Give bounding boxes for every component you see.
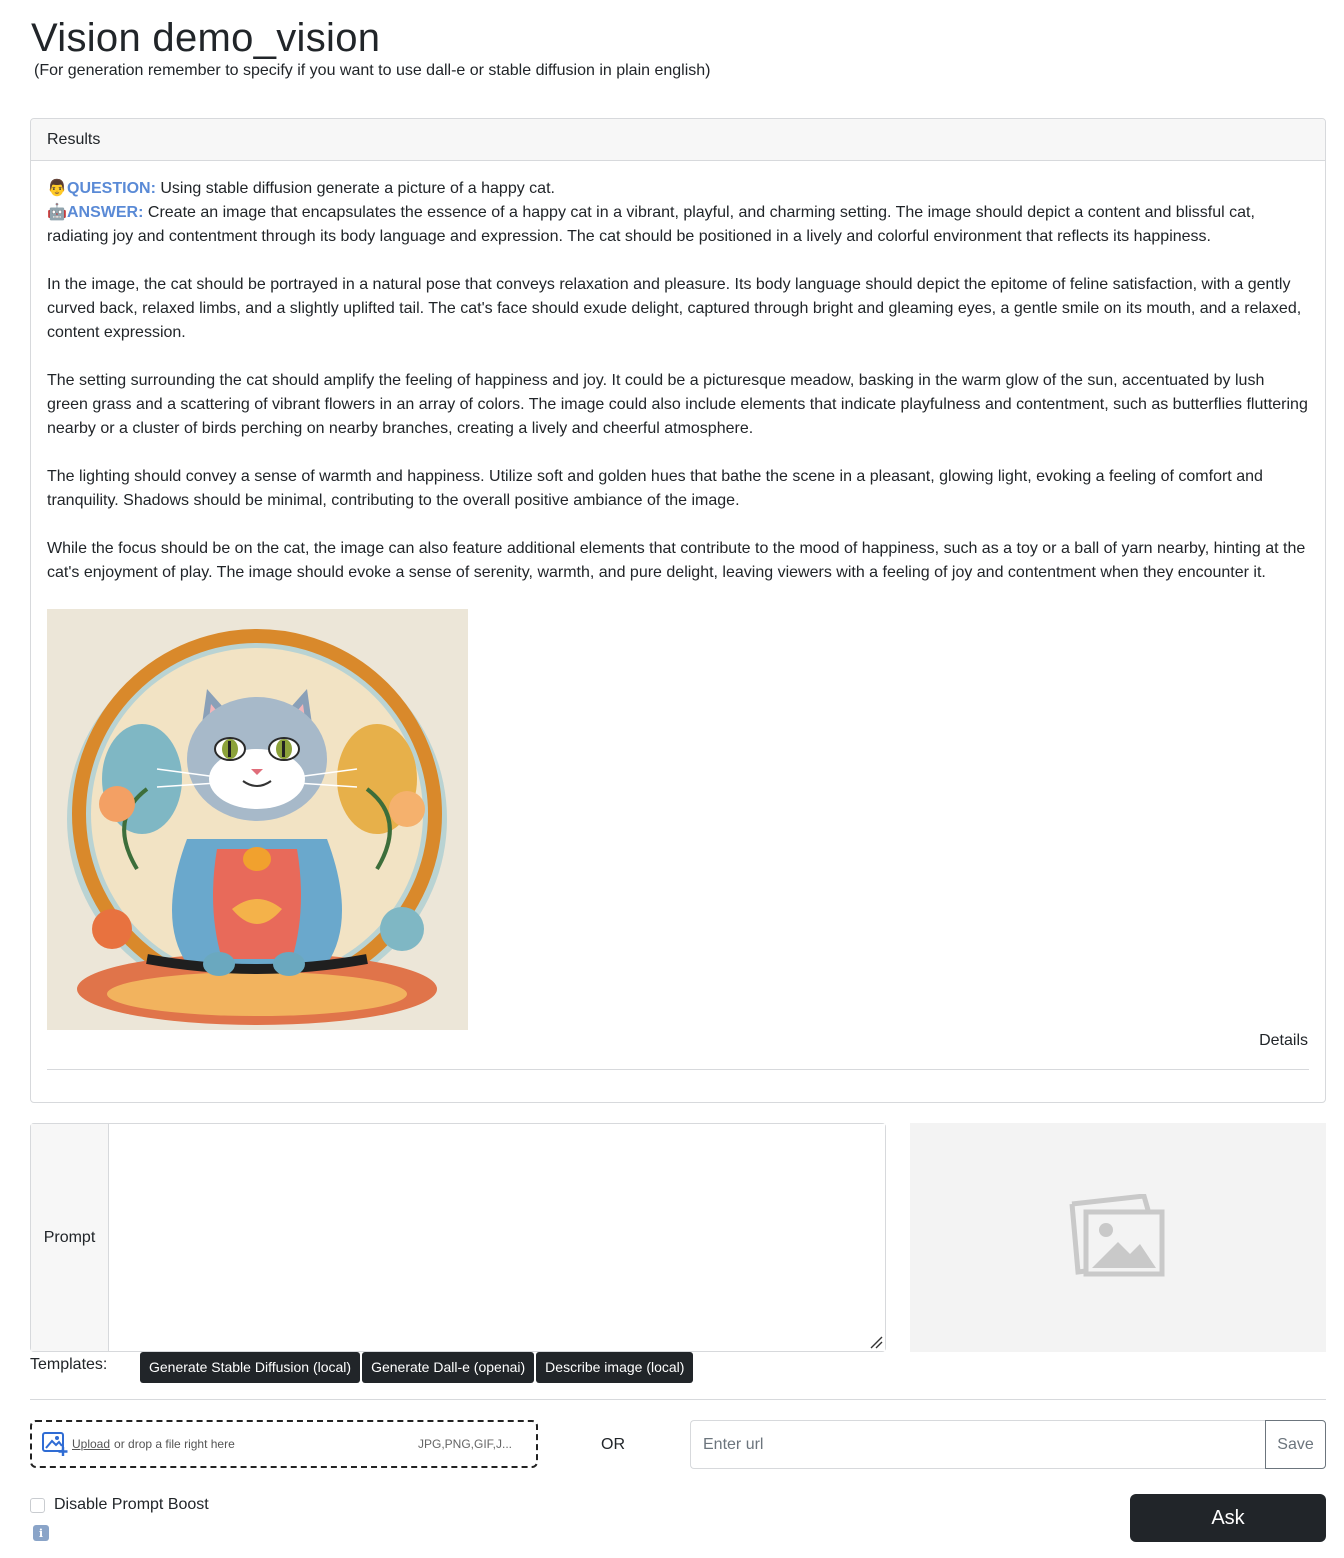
answer-paragraph: In the image, the cat should be portraye… (47, 276, 1302, 341)
page-title: Vision demo_vision (31, 16, 381, 60)
person-emoji-icon: 👨 (47, 180, 67, 197)
answer-text: Create an image that encapsulates the es… (47, 204, 1255, 245)
results-header: Results (31, 119, 1325, 161)
or-label: OR (601, 1436, 625, 1453)
answer-paragraph: The setting surrounding the cat should a… (47, 372, 1308, 437)
url-input[interactable] (690, 1420, 1265, 1469)
resize-handle-icon[interactable] (869, 1335, 883, 1349)
answer-paragraph: While the focus should be on the cat, th… (47, 540, 1306, 581)
disable-boost-label: Disable Prompt Boost (54, 1496, 209, 1513)
disable-boost-checkbox[interactable] (30, 1497, 45, 1513)
prompt-group: Prompt (30, 1123, 886, 1352)
templates-label: Templates: (30, 1356, 108, 1373)
question-line: 👨QUESTION: Using stable diffusion genera… (47, 177, 1309, 201)
template-stable-diffusion-button[interactable]: Generate Stable Diffusion (local) (140, 1352, 361, 1383)
page-subtitle: (For generation remember to specify if y… (34, 62, 711, 79)
question-label: QUESTION: (67, 180, 156, 197)
question-text: Using stable diffusion generate a pictur… (155, 180, 555, 197)
file-dropzone[interactable]: Upload or drop a file right here JPG,PNG… (30, 1420, 538, 1468)
results-body: 👨QUESTION: Using stable diffusion genera… (47, 177, 1309, 585)
disable-boost-row: Disable Prompt Boost (30, 1496, 209, 1514)
info-icon[interactable]: i (33, 1525, 49, 1541)
prompt-label: Prompt (31, 1124, 109, 1351)
upload-link[interactable]: Upload (72, 1437, 110, 1451)
results-divider (47, 1069, 1309, 1070)
section-divider (30, 1399, 1326, 1400)
ask-button[interactable]: Ask (1130, 1494, 1326, 1542)
robot-emoji-icon: 🤖 (47, 204, 67, 221)
save-url-button[interactable]: Save (1265, 1420, 1326, 1469)
details-toggle[interactable]: Details (1259, 1031, 1308, 1051)
generated-cat-image (47, 609, 468, 1030)
prompt-textarea[interactable] (109, 1124, 885, 1351)
answer-paragraph: 🤖ANSWER: Create an image that encapsulat… (47, 201, 1309, 249)
answer-label: ANSWER: (67, 204, 144, 221)
template-dalle-button[interactable]: Generate Dall-e (openai) (362, 1352, 535, 1383)
file-types-label: JPG,PNG,GIF,J... (417, 1437, 512, 1451)
add-image-icon (42, 1432, 68, 1456)
template-buttons: Generate Stable Diffusion (local) Genera… (140, 1352, 694, 1383)
url-group: Save (690, 1420, 1326, 1469)
results-card: Results 👨QUESTION: Using stable diffusio… (30, 118, 1326, 1103)
image-placeholder-icon (1069, 1193, 1165, 1276)
image-preview (910, 1123, 1326, 1352)
drop-text: or drop a file right here (114, 1437, 235, 1451)
answer-paragraph: The lighting should convey a sense of wa… (47, 468, 1263, 509)
template-describe-image-button[interactable]: Describe image (local) (536, 1352, 694, 1383)
